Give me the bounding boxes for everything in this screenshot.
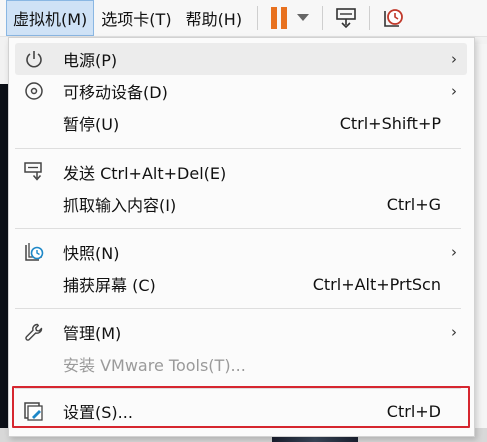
snapshot-icon — [384, 9, 403, 27]
menu-item-manage[interactable]: 管理(M) › — [15, 316, 467, 348]
menu-vm-label: 虚拟机(M) — [13, 10, 88, 29]
chevron-right-icon: › — [451, 82, 457, 100]
menu-vm[interactable]: 虚拟机(M) — [6, 0, 95, 36]
menu-item-label: 电源(P) — [63, 51, 118, 70]
vm-dropdown-menu: 电源(P) › 可移动设备(D) › 暂停(U) Ctrl+Shift+P 发送 — [8, 37, 475, 437]
snapshot-icon — [23, 241, 45, 263]
menu-item-label: 发送 Ctrl+Alt+Del(E) — [63, 164, 227, 183]
toolbar-divider — [369, 6, 371, 30]
menu-help[interactable]: 帮助(H) — [179, 0, 250, 36]
pause-dropdown-button[interactable] — [292, 0, 314, 36]
menu-item-settings[interactable]: 设置(S)... Ctrl+D — [15, 395, 467, 427]
pause-button[interactable] — [266, 0, 292, 36]
toolbar-divider — [257, 6, 259, 30]
wrench-icon — [23, 321, 45, 343]
chevron-right-icon: › — [451, 243, 457, 261]
pause-icon — [271, 7, 288, 29]
menu-item-label: 暂停(U) — [63, 115, 120, 134]
menu-item-install-vmware-tools: 安装 VMware Tools(T)... — [15, 348, 467, 380]
menu-item-label: 抓取输入内容(I) — [63, 196, 177, 215]
menu-item-label: 管理(M) — [63, 324, 122, 343]
chevron-right-icon: › — [451, 323, 457, 341]
menu-item-send-ctrl-alt-del[interactable]: 发送 Ctrl+Alt+Del(E) — [15, 156, 467, 188]
menu-separator — [15, 228, 461, 229]
menubar: 虚拟机(M) 选项卡(T) 帮助(H) — [0, 0, 487, 37]
disc-icon — [23, 80, 45, 102]
menu-separator — [15, 148, 461, 149]
settings-icon — [23, 400, 45, 422]
menu-item-label: 安装 VMware Tools(T)... — [63, 356, 246, 375]
menu-item-shortcut: Ctrl+Shift+P — [339, 113, 441, 133]
menu-item-shortcut: Ctrl+D — [386, 401, 441, 421]
menu-item-shortcut: Ctrl+G — [386, 194, 441, 214]
menu-item-grab-input[interactable]: 抓取输入内容(I) Ctrl+G — [15, 188, 467, 220]
menu-tabs-label: 选项卡(T) — [101, 10, 172, 29]
power-icon — [23, 48, 45, 70]
send-ctrl-alt-del-icon — [336, 8, 356, 29]
send-keys-icon — [23, 161, 45, 183]
menu-item-removable-devices[interactable]: 可移动设备(D) › — [15, 75, 467, 107]
menu-item-snapshot[interactable]: 快照(N) › — [15, 236, 467, 268]
menu-item-label: 捕获屏幕 (C) — [63, 276, 156, 295]
menu-item-power[interactable]: 电源(P) › — [15, 43, 467, 75]
menu-tabs[interactable]: 选项卡(T) — [94, 0, 178, 36]
menu-item-pause[interactable]: 暂停(U) Ctrl+Shift+P — [15, 107, 467, 139]
menu-item-label: 设置(S)... — [63, 403, 133, 422]
menu-item-capture-screen[interactable]: 捕获屏幕 (C) Ctrl+Alt+PrtScn — [15, 268, 467, 300]
send-ctrl-alt-del-button[interactable] — [331, 0, 361, 36]
menu-item-label: 可移动设备(D) — [63, 83, 168, 102]
menu-item-label: 快照(N) — [63, 244, 120, 263]
dropdown-arrow-icon — [297, 14, 310, 21]
menu-separator — [15, 308, 461, 309]
chevron-right-icon: › — [451, 50, 457, 68]
menu-help-label: 帮助(H) — [185, 10, 243, 29]
menu-item-shortcut: Ctrl+Alt+PrtScn — [312, 274, 441, 294]
toolbar-divider — [322, 6, 324, 30]
snapshot-button[interactable] — [378, 0, 408, 36]
